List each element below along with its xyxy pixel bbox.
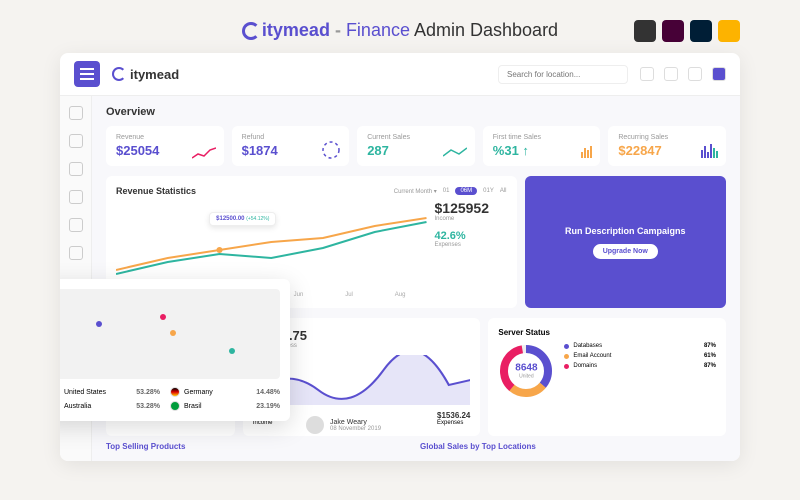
server-donut: 8648United [498, 343, 554, 399]
tab-01y[interactable]: 01Y [483, 188, 494, 194]
map-card: United States53.28% Germany14.48% Austra… [60, 279, 290, 421]
sidebar-item-charts[interactable] [69, 218, 83, 232]
tab-all[interactable]: All [500, 188, 507, 194]
sidebar-item-home[interactable] [69, 106, 83, 120]
photoshop-icon [690, 20, 712, 42]
sidebar-item-apps[interactable] [69, 162, 83, 176]
promo-card: Run Description Campaigns Upgrade Now [525, 176, 727, 308]
trend-icon [443, 146, 467, 160]
chart-title: Revenue Statistics [116, 186, 196, 196]
legend-domains: Domains87% [564, 363, 716, 369]
format-icons [634, 20, 740, 42]
logo-icon [112, 67, 126, 81]
topbar: itymead [60, 53, 740, 96]
map-pin-de[interactable] [160, 314, 166, 320]
world-map[interactable] [60, 289, 280, 379]
user-row[interactable]: Jake Weary08 November 2019 [306, 416, 726, 434]
menu-button[interactable] [74, 61, 100, 87]
avatar[interactable] [712, 67, 726, 81]
search-input[interactable] [498, 65, 628, 84]
sidebar-item-settings[interactable] [69, 246, 83, 260]
refund-icon [321, 140, 341, 160]
global-sales-title: Global Sales by Top Locations [420, 442, 726, 451]
bottom-section-titles: Top Selling Products Global Sales by Top… [106, 442, 726, 451]
xd-icon [662, 20, 684, 42]
tab-01[interactable]: 01 [443, 188, 450, 194]
map-item-au: Australia53.28% [60, 401, 160, 411]
tab-06m[interactable]: 06M [455, 187, 477, 195]
map-legend: United States53.28% Germany14.48% Austra… [60, 387, 280, 411]
kpi-revenue[interactable]: Revenue$25054 [106, 126, 224, 166]
promo-title: Run Description Campaigns [565, 226, 686, 236]
revenue-chart: $12500.00 (+54.12%) [116, 200, 427, 290]
bars-icon [581, 146, 592, 158]
legend-email: Email Account61% [564, 353, 716, 359]
period-dropdown[interactable]: Current Month ▾ [394, 188, 437, 195]
kpi-row: Revenue$25054 Refund$1874 Current Sales2… [106, 126, 726, 166]
sidebar-item-dashboard[interactable] [69, 134, 83, 148]
trend-up-icon [192, 146, 216, 160]
kpi-recurring[interactable]: Recurring Sales$22847 [608, 126, 726, 166]
map-item-br: Brasil23.19% [170, 401, 280, 411]
map-pin-us[interactable] [96, 321, 102, 327]
top-icons [640, 67, 726, 81]
user-avatar [306, 416, 324, 434]
figma-icon [634, 20, 656, 42]
kpi-current-sales[interactable]: Current Sales287 [357, 126, 475, 166]
map-pin-au[interactable] [229, 348, 235, 354]
chart-icon[interactable] [640, 67, 654, 81]
map-pin-af[interactable] [170, 330, 176, 336]
kpi-first-time[interactable]: First time Sales%31 ↑ [483, 126, 601, 166]
logo-icon [242, 22, 260, 40]
overview-title: Overview [106, 106, 726, 118]
sketch-icon [718, 20, 740, 42]
user-date: 08 November 2019 [330, 426, 381, 432]
settings-icon[interactable] [688, 67, 702, 81]
legend-databases: Databases87% [564, 343, 716, 349]
top-selling-title: Top Selling Products [106, 442, 412, 451]
map-item-us: United States53.28% [60, 387, 160, 397]
upgrade-button[interactable]: Upgrade Now [593, 244, 658, 259]
notification-icon[interactable] [664, 67, 678, 81]
map-item-de: Germany14.48% [170, 387, 280, 397]
chart-tooltip: $12500.00 (+54.12%) [209, 212, 276, 226]
sidebar-item-pages[interactable] [69, 190, 83, 204]
kpi-refund[interactable]: Refund$1874 [232, 126, 350, 166]
dashboard: itymead Overview Revenue$25054 Refund$18… [60, 53, 740, 461]
bars-icon [701, 144, 718, 158]
logo[interactable]: itymead [112, 67, 179, 82]
user-name: Jake Weary [330, 419, 381, 426]
revenue-stats: $125952 Income 42.6% Expenses [427, 200, 507, 298]
